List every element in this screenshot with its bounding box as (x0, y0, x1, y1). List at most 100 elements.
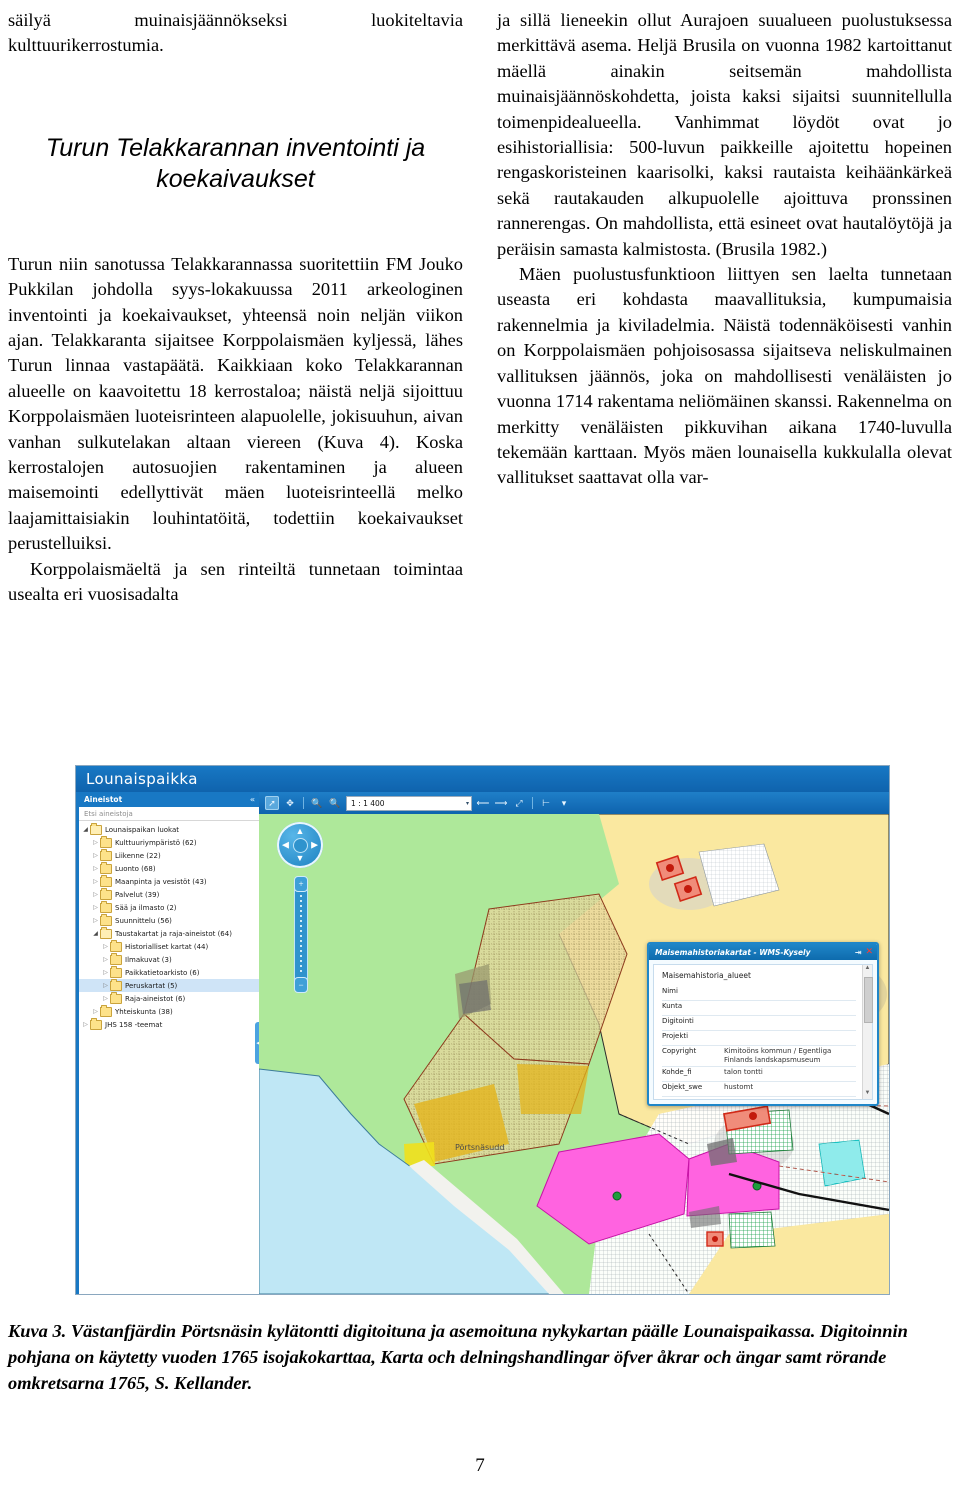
popup-attribute-row: Objekt_swe hustomt (662, 1082, 856, 1097)
tree-expand-icon[interactable]: ▷ (81, 1021, 90, 1028)
tree-node[interactable]: ▷ Yhteiskunta (38) (79, 1004, 259, 1018)
more-tools-button[interactable]: ▾ (557, 796, 571, 810)
tree-node-label: Kulttuuriympäristö (62) (115, 838, 197, 847)
zoom-slider-ticks (300, 895, 302, 974)
tree-node[interactable]: ▷ JHS 158 -teemat (79, 1017, 259, 1031)
zoom-slider[interactable]: + − (294, 876, 308, 993)
tree-node[interactable]: ▷ Kulttuuriympäristö (62) (79, 835, 259, 849)
map-place-label: Pörtsnäsudd (455, 1143, 504, 1152)
tree-expand-icon[interactable]: ▷ (101, 956, 110, 963)
dataset-search-input[interactable]: Etsi aineistoja (79, 807, 259, 821)
right-paragraph-2: Mäen puolustusfunktioon liittyen sen lae… (497, 264, 952, 488)
popup-minimize-icon[interactable]: ⇥ (855, 948, 862, 957)
scale-value: 1 : 1 400 (351, 798, 385, 808)
measure-tool[interactable]: ⊢ (539, 796, 553, 810)
continued-paragraph: säilyä muinaisjäännökseksi luokiteltavia… (8, 10, 463, 56)
popup-attribute-table: Nimi Kunta Digitointi Projekti Copyright Kimi… (662, 986, 856, 1097)
tree-node[interactable]: ▷ Paikkatietoarkisto (6) (79, 965, 259, 979)
pan-down-icon[interactable]: ▼ (296, 854, 305, 863)
popup-scrollbar[interactable]: ▲ ▼ (862, 965, 873, 1099)
tree-node-label: Raja-aineistot (6) (125, 994, 186, 1003)
tree-collapse-icon[interactable]: ◢ (91, 930, 100, 937)
tree-expand-icon[interactable]: ▷ (91, 878, 100, 885)
tree-node[interactable]: ▷ Maanpinta ja vesistöt (43) (79, 874, 259, 888)
lounaispaikka-application: Lounaispaikka Aineistot « Etsi aineistoj… (76, 766, 889, 1294)
scale-selector[interactable]: 1 : 1 400 ▾ (346, 795, 472, 811)
popup-attribute-key: Kunta (662, 1002, 683, 1010)
zoom-in-tool[interactable]: 🔍 (310, 796, 324, 810)
article-title: Turun Telakkarannan inventointi ja koeka… (45, 133, 426, 193)
scroll-down-icon[interactable]: ▼ (863, 1090, 872, 1099)
left-column: säilyä muinaisjäännökseksi luokiteltavia… (8, 8, 463, 608)
tree-expand-icon[interactable]: ▷ (91, 1008, 100, 1015)
tree-node[interactable]: ▷ Ilmakuvat (3) (79, 952, 259, 966)
popup-close-icon[interactable]: ✕ (865, 947, 873, 957)
toolbar-separator (303, 797, 304, 809)
tree-expand-icon[interactable]: ▷ (101, 969, 110, 976)
tree-expand-icon[interactable]: ▷ (91, 891, 100, 898)
chevron-down-icon[interactable]: ▾ (466, 800, 469, 807)
map-viewport[interactable]: Pörtsnäsudd ▲ ▼ ◀ ▶ + − Maisemahistoriak… (259, 814, 889, 1294)
tree-expand-icon[interactable]: ▷ (91, 904, 100, 911)
sidebar-header: Aineistot « (79, 792, 259, 807)
tree-node[interactable]: ▷ Sää ja ilmasto (2) (79, 900, 259, 914)
folder-icon (90, 1017, 102, 1030)
tree-expand-icon[interactable]: ▷ (91, 839, 100, 846)
tree-node-label: Palvelut (39) (115, 890, 160, 899)
tree-node-label: Lounaispaikan luokat (105, 825, 180, 834)
folder-icon (100, 874, 112, 887)
popup-layer-name: Maisemahistoria_alueet (662, 971, 751, 980)
pan-right-icon[interactable]: ▶ (311, 840, 318, 850)
zoom-out-tool[interactable]: 🔍 (328, 796, 342, 810)
tree-expand-icon[interactable]: ▷ (91, 852, 100, 859)
tree-node-label: Peruskartat (5) (125, 981, 178, 990)
tree-node[interactable]: ◢ Lounaispaikan luokat (79, 822, 259, 836)
extent-tool[interactable]: ✥ (283, 796, 297, 810)
tree-node[interactable]: ▷ Luonto (68) (79, 861, 259, 875)
popup-attribute-row: Copyright Kimitoöns kommun / Egentliga Fi… (662, 1046, 856, 1067)
next-extent-button[interactable]: ⟶ (494, 796, 508, 810)
folder-icon (100, 835, 112, 848)
folder-icon (110, 965, 122, 978)
collapse-sidebar-icon[interactable]: « (250, 795, 255, 804)
tree-expand-icon[interactable]: ▷ (91, 865, 100, 872)
folder-icon (110, 952, 122, 965)
tree-expand-icon[interactable]: ▷ (91, 917, 100, 924)
popup-titlebar[interactable]: Maisemahistoriakartat - WMS-Kysely ⇥ ✕ (649, 944, 877, 960)
pan-up-icon[interactable]: ▲ (296, 827, 305, 836)
popup-attribute-key: Objekt_swe (662, 1083, 703, 1091)
folder-icon (100, 848, 112, 861)
pan-center-icon[interactable] (293, 838, 307, 852)
folder-icon (110, 978, 122, 991)
tree-expand-icon[interactable]: ▷ (101, 995, 110, 1002)
tree-node[interactable]: ▷ Suunnittelu (56) (79, 913, 259, 927)
tree-node[interactable]: ▷ Historialliset kartat (44) (79, 939, 259, 953)
folder-icon (100, 926, 112, 939)
dataset-tree[interactable]: ◢ Lounaispaikan luokat ▷ Kulttuuriympäristö… (79, 821, 259, 1294)
tree-node[interactable]: ▷ Liikenne (22) (79, 848, 259, 862)
previous-extent-button[interactable]: ⟵ (476, 796, 490, 810)
popup-attribute-key: Kohde_fi (662, 1068, 692, 1076)
tree-node-label: Historialliset kartat (44) (125, 942, 209, 951)
tree-node-label: Taustakartat ja raja-aineistot (64) (115, 929, 232, 938)
wms-query-popup[interactable]: Maisemahistoriakartat - WMS-Kysely ⇥ ✕ M… (647, 942, 879, 1106)
zoom-in-button[interactable]: + (294, 876, 308, 892)
popup-attribute-row: Kunta (662, 1001, 856, 1016)
folder-icon (100, 887, 112, 900)
tree-expand-icon[interactable]: ▷ (101, 943, 110, 950)
tree-node[interactable]: ▷ Peruskartat (5) (79, 978, 259, 992)
tree-collapse-icon[interactable]: ◢ (81, 826, 90, 833)
pan-select-tool[interactable]: ➚ (265, 796, 279, 810)
map-pan-control[interactable]: ▲ ▼ ◀ ▶ (277, 822, 323, 868)
pan-left-icon[interactable]: ◀ (282, 840, 289, 850)
scrollbar-thumb[interactable] (864, 977, 873, 1023)
figure-screenshot: Lounaispaikka Aineistot « Etsi aineistoj… (75, 765, 890, 1295)
zoom-out-button[interactable]: − (294, 977, 308, 993)
tree-node[interactable]: ▷ Raja-aineistot (6) (79, 991, 259, 1005)
full-extent-button[interactable]: ⤢ (512, 796, 526, 810)
tree-node-label: Maanpinta ja vesistöt (43) (115, 877, 207, 886)
tree-node[interactable]: ▷ Palvelut (39) (79, 887, 259, 901)
tree-node[interactable]: ◢ Taustakartat ja raja-aineistot (64) (79, 926, 259, 940)
scroll-up-icon[interactable]: ▲ (863, 965, 872, 974)
tree-expand-icon[interactable]: ▷ (101, 982, 110, 989)
